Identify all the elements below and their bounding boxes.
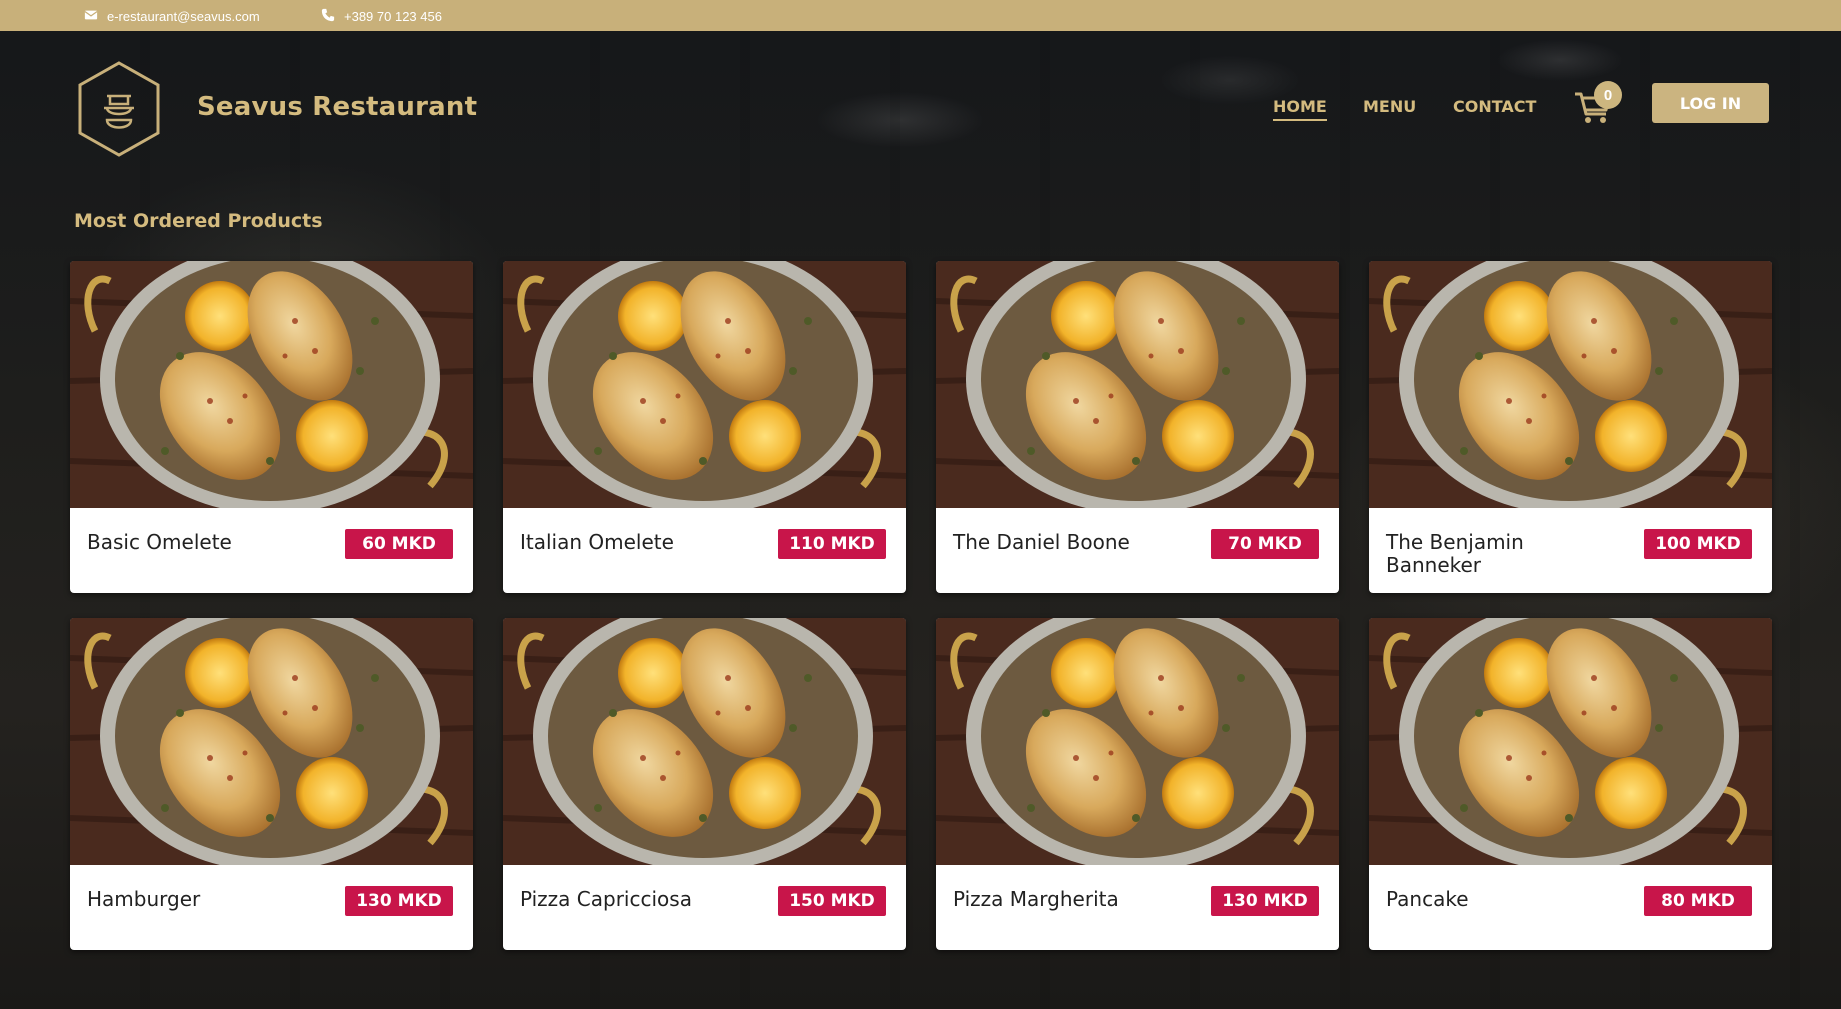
product-image [1369, 618, 1772, 865]
price-badge: 60 MKD [345, 529, 453, 559]
product-card[interactable]: Hamburger 130 MKD [70, 618, 473, 950]
product-name: Pancake [1386, 887, 1469, 911]
price-badge: 130 MKD [345, 886, 453, 916]
product-name: The Daniel Boone [953, 530, 1130, 554]
nav-home[interactable]: HOME [1273, 97, 1327, 121]
product-name: The Benjamin Banneker [1386, 530, 1524, 577]
price-badge: 70 MKD [1211, 529, 1319, 559]
product-image [503, 261, 906, 508]
topbar-phone[interactable]: +389 70 123 456 [321, 8, 442, 25]
product-name: Pizza Margherita [953, 887, 1119, 911]
login-button[interactable]: LOG IN [1652, 83, 1769, 123]
restaurant-logo[interactable] [76, 60, 162, 158]
nav-contact[interactable]: CONTACT [1453, 97, 1536, 116]
product-image [70, 618, 473, 865]
product-card[interactable]: Pizza Capricciosa 150 MKD [503, 618, 906, 950]
envelope-icon [84, 8, 98, 25]
topbar-email[interactable]: e-restaurant@seavus.com [84, 8, 260, 25]
price-badge: 130 MKD [1211, 886, 1319, 916]
product-image [936, 618, 1339, 865]
phone-icon [321, 8, 335, 25]
product-card[interactable]: The Daniel Boone 70 MKD [936, 261, 1339, 593]
price-badge: 150 MKD [778, 886, 886, 916]
product-card[interactable]: The Benjamin Banneker 100 MKD [1369, 261, 1772, 593]
product-card[interactable]: Pancake 80 MKD [1369, 618, 1772, 950]
price-badge: 80 MKD [1644, 886, 1752, 916]
product-image [503, 618, 906, 865]
email-text: e-restaurant@seavus.com [107, 9, 260, 24]
product-image [70, 261, 473, 508]
product-name: Basic Omelete [87, 530, 232, 554]
section-title: Most Ordered Products [74, 210, 323, 232]
product-image [936, 261, 1339, 508]
product-name: Italian Omelete [520, 530, 674, 554]
product-card[interactable]: Pizza Margherita 130 MKD [936, 618, 1339, 950]
phone-text: +389 70 123 456 [344, 9, 442, 24]
brand-name[interactable]: Seavus Restaurant [197, 92, 477, 122]
nav-menu[interactable]: MENU [1363, 97, 1416, 116]
product-card[interactable]: Basic Omelete 60 MKD [70, 261, 473, 593]
price-badge: 100 MKD [1644, 529, 1752, 559]
product-name: Hamburger [87, 887, 201, 911]
cart-count-badge: 0 [1594, 81, 1622, 109]
product-name: Pizza Capricciosa [520, 887, 692, 911]
product-card[interactable]: Italian Omelete 110 MKD [503, 261, 906, 593]
price-badge: 110 MKD [778, 529, 886, 559]
product-image [1369, 261, 1772, 508]
contact-topbar: e-restaurant@seavus.com +389 70 123 456 [0, 0, 1841, 31]
